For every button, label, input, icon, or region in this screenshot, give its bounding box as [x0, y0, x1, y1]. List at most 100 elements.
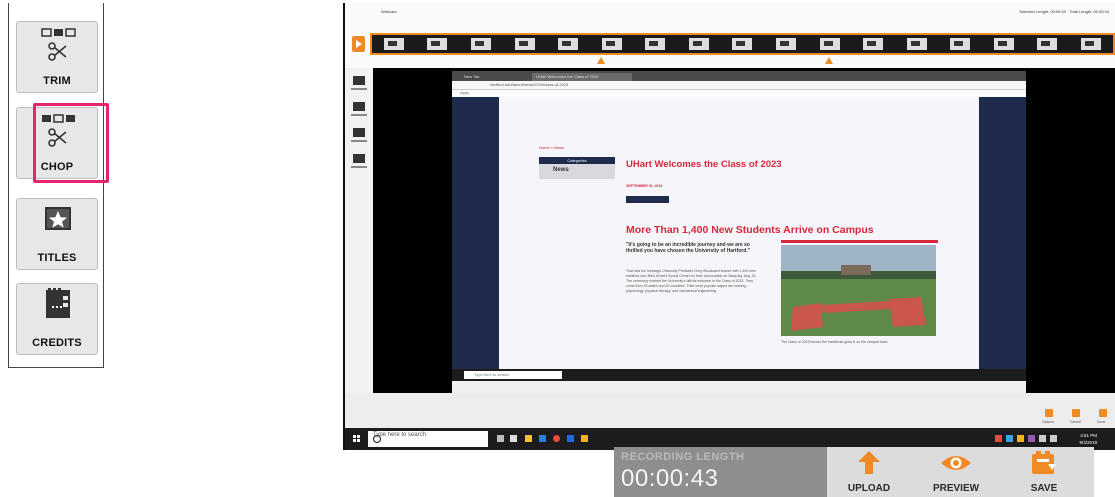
captured-taskbar: Type here to search — [452, 369, 1026, 381]
nav-item-news: News — [553, 167, 569, 173]
recording-action-bar: RECORDING LENGTH 00:00:43 UPLOAD PREVIEW… — [614, 447, 1094, 497]
share-buttons — [626, 196, 669, 203]
bookmarks-bar: Apps — [452, 90, 1026, 97]
options-icon[interactable] — [1045, 409, 1053, 417]
chop-start-marker[interactable] — [597, 57, 605, 64]
captured-browser-window: New Tab UHart Welcomes the Class of 2023… — [452, 71, 1026, 393]
chop-highlight-frame — [33, 103, 109, 183]
browser-address-bar: hartford.edu/about/news/2019/class-of-20… — [452, 81, 1026, 90]
article-subheadline: More Than 1,400 New Students Arrive on C… — [626, 224, 874, 236]
recording-length-panel: RECORDING LENGTH 00:00:43 — [614, 447, 827, 497]
frame-thumbnail — [601, 38, 622, 50]
options-label: Options — [1042, 420, 1055, 424]
done-icon[interactable] — [1099, 409, 1107, 417]
taskbar-search-placeholder: Type here to search — [373, 432, 427, 438]
file-explorer-icon[interactable] — [525, 435, 532, 442]
site-left-margin — [452, 97, 499, 369]
campus-photo-image — [781, 245, 936, 336]
editor-bottom-strip: Options Cancel Done — [345, 393, 1115, 428]
timeline-filmstrip[interactable] — [370, 33, 1115, 55]
frame-thumbnail — [558, 38, 579, 50]
volume-icon[interactable] — [1050, 435, 1057, 442]
cancel-label: Cancel — [1070, 420, 1081, 424]
editing-tools-panel: TRIM CHOP TITLES CREDITS — [8, 3, 104, 368]
eye-icon — [941, 456, 971, 470]
tray-icon[interactable] — [1006, 435, 1013, 442]
recording-length-value: 00:00:43 — [621, 465, 719, 492]
tray-icon[interactable] — [1017, 435, 1024, 442]
frame-thumbnail — [775, 38, 796, 50]
frame-thumbnail — [645, 38, 666, 50]
chop-end-marker[interactable] — [825, 57, 833, 64]
browser-tab-active: UHart Welcomes the Class of 2023 — [532, 73, 632, 81]
app-icon[interactable] — [581, 435, 588, 442]
upload-label: UPLOAD — [847, 483, 891, 494]
tray-icon[interactable] — [1028, 435, 1035, 442]
titles-label: TITLES — [37, 252, 77, 264]
credits-label: CREDITS — [32, 337, 82, 349]
frame-thumbnail — [427, 38, 448, 50]
frame-thumbnail — [470, 38, 491, 50]
frame-thumbnail — [1037, 38, 1058, 50]
trim-side-icon[interactable] — [351, 76, 367, 94]
article-headline: UHart Welcomes the Class of 2023 — [626, 159, 782, 170]
url-text: hartford.edu/about/news/2019/class-of-20… — [490, 82, 569, 87]
frame-thumbnail — [383, 38, 404, 50]
nav-header: Categories — [539, 157, 615, 164]
article-date: SEPTEMBER 01, 2019 — [626, 184, 663, 188]
titles-side-icon[interactable] — [351, 128, 367, 146]
frame-thumbnail — [819, 38, 840, 50]
article-body: That was the message University Presiden… — [626, 269, 757, 293]
recorder-editor-window: Webcam Selected Length: 00:00:00 · Total… — [343, 3, 1115, 450]
save-download-icon — [1032, 451, 1056, 474]
edge-icon[interactable] — [510, 435, 517, 442]
upload-button[interactable]: UPLOAD — [829, 447, 909, 497]
save-label: SAVE — [1030, 483, 1058, 494]
clock-time: 4:51 PM — [1080, 433, 1097, 438]
timeline-caption-right: Selected Length: 00:00:00 · Total Length… — [1019, 9, 1109, 14]
frame-thumbnail — [863, 38, 884, 50]
chrome-icon[interactable] — [553, 435, 560, 442]
photo-accent-bar — [781, 240, 938, 243]
article-quote: "It's going to be an incredible journey … — [626, 242, 751, 254]
tray-icon[interactable] — [995, 435, 1002, 442]
timeline-bar: Webcam Selected Length: 00:00:00 · Total… — [345, 3, 1115, 68]
upload-arrow-icon — [858, 451, 880, 474]
credits-button[interactable]: CREDITS — [16, 283, 98, 355]
frame-thumbnail — [732, 38, 753, 50]
campus-photo — [781, 245, 936, 336]
trim-label: TRIM — [43, 75, 71, 87]
preview-button[interactable]: PREVIEW — [916, 447, 996, 497]
timeline-caption-left: Webcam — [381, 9, 397, 14]
photo-caption: The Class of 2023 formed the traditional… — [781, 340, 889, 344]
credits-side-icon[interactable] — [351, 154, 367, 172]
editor-side-toolbar — [345, 68, 373, 393]
preview-label: PREVIEW — [932, 483, 980, 494]
breadcrumb: Home » News — [539, 145, 565, 150]
network-icon[interactable] — [1039, 435, 1046, 442]
taskbar-clock[interactable]: 4:51 PM 9/3/2019 — [1079, 432, 1097, 446]
recording-length-label: RECORDING LENGTH — [621, 451, 745, 463]
store-icon[interactable] — [539, 435, 546, 442]
captured-search-box: Type here to search — [464, 371, 562, 379]
play-button[interactable] — [352, 36, 365, 52]
category-nav: Categories News — [539, 157, 615, 179]
frame-thumbnail — [906, 38, 927, 50]
trim-button[interactable]: TRIM — [16, 21, 98, 93]
frame-thumbnail — [950, 38, 971, 50]
chop-side-icon[interactable] — [351, 102, 367, 120]
browser-tab: New Tab — [464, 74, 480, 79]
cancel-icon[interactable] — [1072, 409, 1080, 417]
site-article: Home » News Categories News UHart Welcom… — [499, 97, 979, 369]
clock-date: 9/3/2019 — [1079, 440, 1097, 445]
windows-start-icon[interactable] — [353, 435, 360, 442]
site-right-margin — [979, 97, 1026, 369]
titles-button[interactable]: TITLES — [16, 198, 98, 270]
save-button[interactable]: SAVE — [1004, 447, 1084, 497]
browser-tab-bar: New Tab UHart Welcomes the Class of 2023 — [452, 71, 1026, 81]
frame-thumbnail — [688, 38, 709, 50]
outlook-icon[interactable] — [567, 435, 574, 442]
task-view-icon[interactable] — [497, 435, 504, 442]
frame-thumbnail — [514, 38, 535, 50]
frame-thumbnail — [993, 38, 1014, 50]
